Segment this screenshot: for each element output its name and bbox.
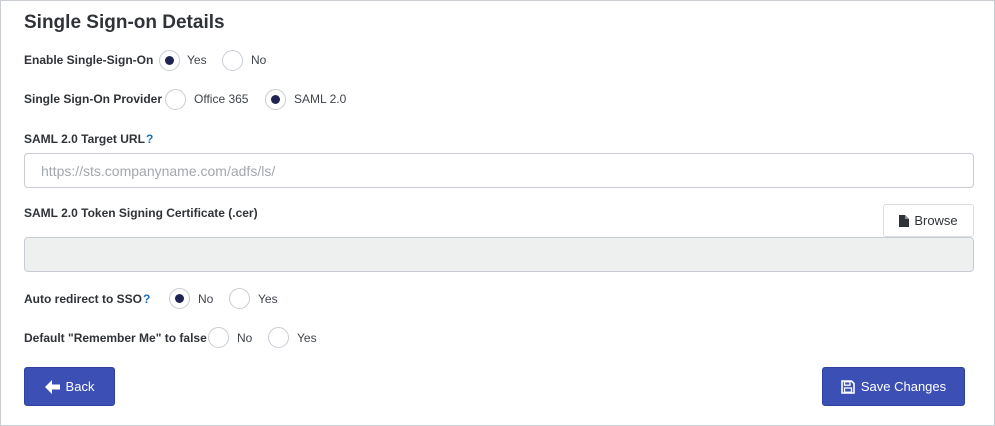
floppy-disk-icon [841,379,855,394]
browse-button[interactable]: Browse [883,204,974,237]
remember-me-no-label[interactable]: No [237,331,252,345]
page-title: Single Sign-on Details [24,12,225,33]
target-url-help-icon[interactable]: ? [146,132,153,146]
provider-saml-radio[interactable] [265,89,286,110]
enable-sso-yes-label[interactable]: Yes [187,53,207,67]
provider-saml-label[interactable]: SAML 2.0 [294,92,346,106]
remember-me-no-radio[interactable] [208,327,229,348]
remember-me-label: Default "Remember Me" to false [24,331,207,345]
certificate-file-field [24,237,974,272]
save-changes-button[interactable]: Save Changes [822,367,965,406]
target-url-label: SAML 2.0 Target URL [24,132,145,146]
back-label: Back [65,379,95,394]
file-icon [899,214,910,227]
auto-redirect-label: Auto redirect to SSO [24,292,143,306]
sso-details-panel: Single Sign-on Details Enable Single-Sig… [0,0,995,426]
back-button[interactable]: Back [24,367,115,406]
auto-redirect-no-label[interactable]: No [198,292,213,306]
enable-sso-yes-radio[interactable] [159,50,180,71]
auto-redirect-no-radio[interactable] [169,288,190,309]
enable-sso-no-radio[interactable] [222,50,243,71]
auto-redirect-help-icon[interactable]: ? [143,292,150,306]
save-changes-label: Save Changes [860,379,947,394]
arrow-left-icon [44,379,60,394]
auto-redirect-yes-radio[interactable] [229,288,250,309]
certificate-label: SAML 2.0 Token Signing Certificate (.cer… [24,206,258,220]
browse-label: Browse [914,213,958,228]
enable-sso-no-label[interactable]: No [251,53,266,67]
auto-redirect-yes-label[interactable]: Yes [258,292,278,306]
target-url-input[interactable] [24,153,974,188]
remember-me-yes-label[interactable]: Yes [297,331,317,345]
provider-office365-radio[interactable] [165,89,186,110]
provider-label: Single Sign-On Provider [24,92,163,106]
remember-me-yes-radio[interactable] [268,327,289,348]
provider-office365-label[interactable]: Office 365 [194,92,248,106]
enable-sso-label: Enable Single-Sign-On [24,53,154,67]
